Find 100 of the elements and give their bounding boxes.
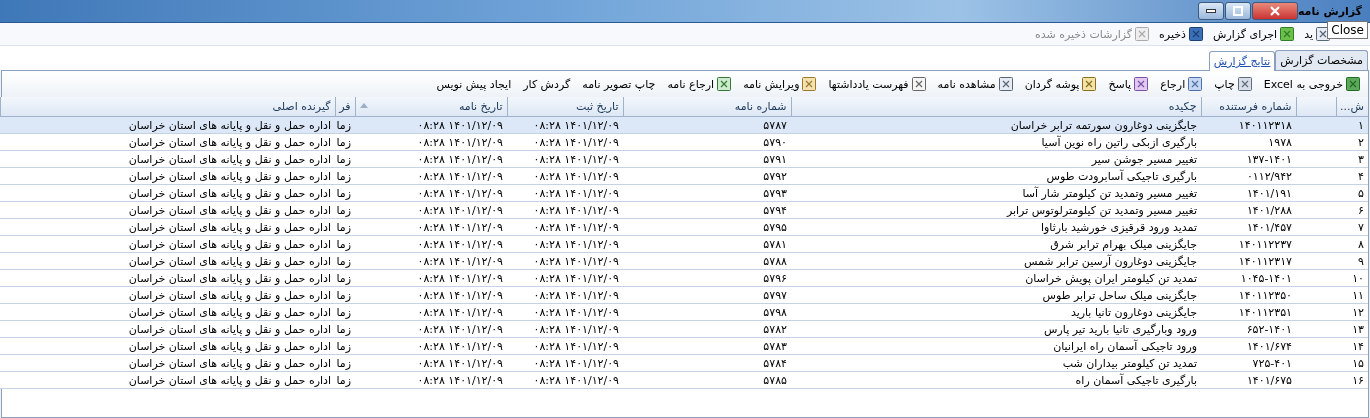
toolbar-button[interactable]: مشاهده نامه: [937, 77, 1013, 91]
table-cell: ۵۷۹۵: [763, 220, 787, 234]
close-icon: [1269, 6, 1280, 16]
table-cell: زما: [336, 220, 351, 234]
toolbar-button[interactable]: ارجاع: [1160, 77, 1203, 91]
column-header[interactable]: ش...: [1336, 97, 1368, 117]
toolbar-button[interactable]: گردش کار: [523, 77, 571, 91]
table-cell: ۱: [1358, 118, 1364, 132]
toolbar-button[interactable]: فهرست یادداشتها: [828, 77, 926, 91]
table-cell: ۱۹۷۸: [1268, 135, 1292, 149]
table-cell: بارگیری تاجیکی آسمان راه: [1075, 373, 1197, 387]
table-cell: ۱۴۰۱/۱۲/۰۹ ۰۸:۲۸: [417, 254, 503, 268]
table-cell: اداره حمل و نقل و پایانه های استان خراسان: [128, 203, 331, 217]
table-cell: جایگزینی دوغارون تانیا بارید: [1070, 305, 1197, 319]
table-cell: زما: [336, 254, 351, 268]
toolbar-button[interactable]: ویرایش نامه: [743, 77, 817, 91]
table-cell: ۱۴۰۱/۴۵۷: [1246, 220, 1292, 234]
column-header[interactable]: چکیده: [791, 97, 1201, 117]
table-cell: ۵۷۹۷: [763, 288, 787, 302]
table-cell: اداره حمل و نقل و پایانه های استان خراسان: [128, 288, 331, 302]
toolbar-button[interactable]: پوشه گردان: [1024, 77, 1097, 91]
table-cell: ۵: [1358, 186, 1364, 200]
table-cell: تمدید تن کیلومتر ایران پویش خراسان: [1025, 271, 1197, 285]
table-cell: ۵۷۸۳: [763, 339, 787, 353]
table-cell: اداره حمل و نقل و پایانه های استان خراسان: [128, 135, 331, 149]
column-header[interactable]: گیرنده اصلی: [0, 97, 335, 117]
toolbar-button[interactable]: چاپ: [1214, 77, 1252, 91]
table-cell: تغییر مسیر وتمدید تن کیلومتر شار آسا: [1022, 186, 1197, 200]
table-cell: ۱۴۰۱/۱۲/۰۹ ۰۸:۲۸: [533, 322, 619, 336]
table-cell: ۱۰: [1352, 271, 1364, 285]
column-header[interactable]: فر: [335, 97, 355, 117]
table-cell: ۱۴۰۱/۱۲/۰۹ ۰۸:۲۸: [533, 373, 619, 387]
table-cell: ۵۷۹۶: [763, 271, 787, 285]
table-cell: ۱۴۰۱/۱۲/۰۹ ۰۸:۲۸: [533, 237, 619, 251]
table-cell: ۱۴۰۱/۶۷۵: [1246, 373, 1292, 387]
table-cell: ۷۲۵-۴۰۱: [1252, 356, 1292, 370]
restore-button[interactable]: [1224, 2, 1251, 20]
toolbar-button[interactable]: پاسخ: [1108, 77, 1149, 91]
menu-item[interactable]: ذخیره: [1159, 27, 1203, 41]
table-cell: ۵۷۹۰: [763, 135, 787, 149]
minimize-button[interactable]: [1197, 2, 1224, 20]
column-header[interactable]: شماره نامه: [623, 97, 791, 117]
table-cell: اداره حمل و نقل و پایانه های استان خراسان: [128, 186, 331, 200]
table-cell: ۱۴: [1352, 339, 1364, 353]
table-cell: ورود تاجیکی آسمان راه ایرانیان: [1053, 339, 1197, 353]
table-cell: ۵۷۸۱: [763, 237, 787, 251]
table-cell: ۱۳۷-۱۴۰۱: [1246, 152, 1292, 166]
table-cell: اداره حمل و نقل و پایانه های استان خراسان: [128, 322, 331, 336]
table-cell: ۱۴۰۱/۱۲/۰۹ ۰۸:۲۸: [417, 271, 503, 285]
table-cell: ۱۴۰۱/۱۲/۰۹ ۰۸:۲۸: [533, 356, 619, 370]
table-cell: ۵۷۸۲: [763, 322, 787, 336]
column-header[interactable]: تاریخ نامه: [355, 97, 507, 117]
table-cell: اداره حمل و نقل و پایانه های استان خراسان: [128, 220, 331, 234]
table-cell: زما: [336, 373, 351, 387]
table-cell: ۵۷۸۸: [763, 254, 787, 268]
table-cell: ۵۷۸۴: [763, 356, 787, 370]
column-header[interactable]: شماره فرستنده: [1201, 97, 1296, 117]
table-cell: ۱۴۰۱/۲۸۸: [1246, 203, 1292, 217]
table-cell: تمدید تن کیلومتر بیداران شب: [1062, 356, 1197, 370]
table-cell: ۱۴۰۱/۱۲/۰۹ ۰۸:۲۸: [417, 356, 503, 370]
table-cell: ۹: [1358, 254, 1364, 268]
toolbar-button[interactable]: ایجاد پیش نویس: [436, 77, 512, 91]
table-cell: ۱۴۰۱/۱۲/۰۹ ۰۸:۲۸: [417, 237, 503, 251]
table-cell: ۱۴۰۱/۱۲/۰۹ ۰۸:۲۸: [533, 288, 619, 302]
table-cell: ۱۴۰۱/۱۲/۰۹ ۰۸:۲۸: [533, 186, 619, 200]
table-cell: ۱۴۰۱/۱۲/۰۹ ۰۸:۲۸: [417, 203, 503, 217]
table-cell: زما: [336, 237, 351, 251]
table-cell: اداره حمل و نقل و پایانه های استان خراسان: [128, 271, 331, 285]
close-button[interactable]: [1251, 2, 1298, 20]
table-cell: ۰۱۱۲/۹۴۲: [1246, 169, 1292, 183]
table-cell: زما: [336, 169, 351, 183]
table-cell: ۵۷۹۸: [763, 305, 787, 319]
table-cell: تغییر مسیر جوشن سیر: [1091, 152, 1197, 166]
toolbar-button[interactable]: خروجی به Excel: [1263, 77, 1360, 91]
window-title: گزارش نامه: [1297, 4, 1362, 18]
table-cell: ۱۴۰۱/۱۲/۰۹ ۰۸:۲۸: [417, 373, 503, 387]
menu-item[interactable]: اجرای گزارش: [1212, 27, 1295, 41]
table-cell: اداره حمل و نقل و پایانه های استان خراسان: [128, 339, 331, 353]
table-cell: تمدید ورود قرقیزی خورشید بارثاوا: [1040, 220, 1197, 234]
table-cell: ۱۴۰۱۱۲۳۱۸: [1238, 118, 1292, 132]
table-cell: ۱۴۰۱/۱۲/۰۹ ۰۸:۲۸: [417, 152, 503, 166]
toolbar-button[interactable]: ارجاع نامه: [667, 77, 732, 91]
table-cell: ۱۶: [1352, 373, 1364, 387]
column-header[interactable]: تاریخ ثبت: [507, 97, 623, 117]
table-cell: ۱۳: [1352, 322, 1364, 336]
table-cell: ۵۷۹۱: [763, 152, 787, 166]
table-cell: ورود وبارگیری تانیا بارید تیر پارس: [1044, 322, 1197, 336]
table-cell: ۱۴۰۱/۱۲/۰۹ ۰۸:۲۸: [417, 339, 503, 353]
tab[interactable]: مشخصات گزارش: [1275, 50, 1368, 70]
table-cell: جایگزینی دوغارون سورتمه ترابر خراسان: [1010, 118, 1197, 132]
table-cell: ۱۴۰۱/۱۲/۰۹ ۰۸:۲۸: [417, 169, 503, 183]
table-cell: ۱۴۰۱/۱۲/۰۹ ۰۸:۲۸: [533, 118, 619, 132]
table-cell: زما: [336, 271, 351, 285]
table-cell: ۱۴۰۱/۱۲/۰۹ ۰۸:۲۸: [533, 254, 619, 268]
table-cell: جایگزینی میلک بهرام ترابر شرق: [1050, 237, 1197, 251]
toolbar-button[interactable]: چاپ تصویر نامه: [582, 77, 656, 91]
table-cell: ۱۴۰۱/۱۲/۰۹ ۰۸:۲۸: [533, 220, 619, 234]
sort-arrow-icon: [359, 103, 368, 108]
tab[interactable]: نتایج گزارش: [1208, 51, 1276, 71]
menu-item[interactable]: ید: [1304, 27, 1330, 41]
